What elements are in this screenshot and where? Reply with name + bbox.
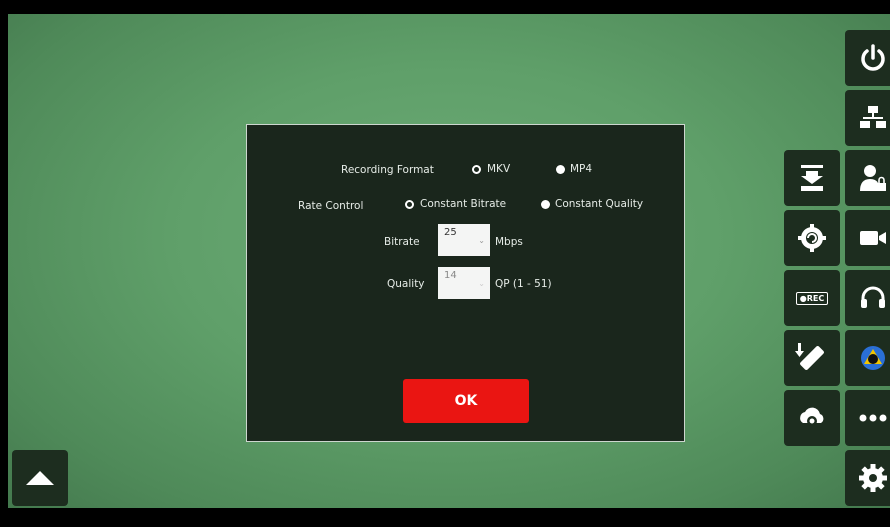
bitrate-select[interactable]: 25 ⌄: [438, 224, 490, 256]
constant-bitrate-label[interactable]: Constant Bitrate: [420, 198, 506, 210]
cloud-gear-icon: [800, 407, 824, 426]
recording-settings-dialog: Recording Format MKV MP4 Rate Control Co…: [246, 124, 685, 442]
power-icon: [861, 44, 885, 71]
chevron-down-icon: ⌄: [478, 236, 485, 245]
recording-format-label: Recording Format: [341, 164, 434, 176]
screen: Recording Format MKV MP4 Rate Control Co…: [0, 0, 890, 527]
display-app-icon: [861, 346, 885, 370]
settings-button[interactable]: [845, 450, 890, 506]
network-button[interactable]: [845, 90, 890, 146]
display-button[interactable]: [845, 330, 890, 386]
constant-quality-radio[interactable]: [541, 200, 550, 209]
user-lock-icon: [860, 165, 886, 191]
quality-select[interactable]: 14 ⌄: [438, 267, 490, 299]
constant-bitrate-radio[interactable]: [405, 200, 414, 209]
power-button[interactable]: [845, 30, 890, 86]
bitrate-value: 25: [444, 227, 457, 238]
quality-unit: QP (1 - 51): [495, 278, 552, 290]
expand-up-button[interactable]: [12, 450, 68, 506]
quality-value: 14: [444, 270, 457, 281]
cloud-settings-button[interactable]: [784, 390, 840, 446]
chevron-down-icon: ⌄: [478, 279, 485, 288]
usb-export-button[interactable]: [784, 330, 840, 386]
ok-button[interactable]: OK: [403, 379, 529, 423]
headset-icon: [861, 286, 885, 308]
settings-refresh-button[interactable]: [784, 210, 840, 266]
gear-refresh-icon: [798, 224, 826, 252]
network-icon: [860, 106, 886, 128]
gear-icon: [859, 464, 887, 492]
bitrate-label: Bitrate: [384, 236, 420, 248]
user-lock-button[interactable]: [845, 150, 890, 206]
mp4-radio[interactable]: [556, 165, 565, 174]
more-dots-icon: [859, 414, 887, 422]
mkv-radio-label[interactable]: MKV: [487, 163, 510, 175]
bitrate-unit: Mbps: [495, 236, 523, 248]
quality-label: Quality: [387, 278, 425, 290]
video-camera-icon: [860, 231, 886, 245]
rate-control-label: Rate Control: [298, 200, 364, 212]
caret-up-icon: [26, 471, 54, 485]
audio-button[interactable]: [845, 270, 890, 326]
rec-badge: ●REC: [795, 291, 829, 305]
usb-drive-icon: [795, 343, 824, 370]
camera-preview-area: Recording Format MKV MP4 Rate Control Co…: [8, 14, 890, 508]
more-button[interactable]: [845, 390, 890, 446]
download-button[interactable]: [784, 150, 840, 206]
camera-button[interactable]: [845, 210, 890, 266]
rec-button[interactable]: ●REC: [784, 270, 840, 326]
mp4-radio-label[interactable]: MP4: [570, 163, 592, 175]
constant-quality-label[interactable]: Constant Quality: [555, 198, 643, 210]
download-tray-icon: [801, 165, 823, 191]
mkv-radio[interactable]: [472, 165, 481, 174]
